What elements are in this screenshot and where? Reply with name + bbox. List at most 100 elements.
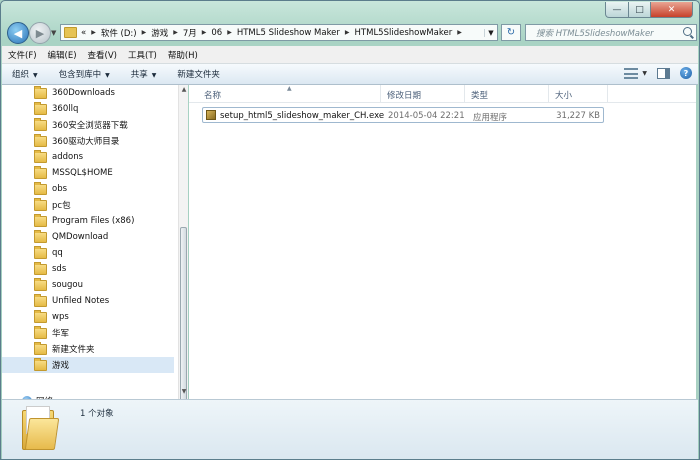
folder-icon xyxy=(64,27,77,38)
tree-item[interactable]: MSSQL$HOME xyxy=(2,165,174,181)
tree-item[interactable]: Program Files (x86) xyxy=(2,213,174,229)
column-divider[interactable] xyxy=(548,85,549,102)
address-history-dropdown[interactable]: ▼ xyxy=(484,28,497,37)
menu-tools[interactable]: 工具(T) xyxy=(128,49,157,61)
help-icon[interactable]: ? xyxy=(680,67,692,79)
search-icon[interactable] xyxy=(683,27,692,36)
close-button[interactable]: ✕ xyxy=(651,2,693,18)
tree-item[interactable]: 360llq xyxy=(2,101,174,117)
refresh-button[interactable]: ↻ xyxy=(501,24,521,41)
tree-item[interactable]: 360驱动大师目录 xyxy=(2,133,174,149)
tree-item[interactable]: pc包 xyxy=(2,197,174,213)
scroll-down-button[interactable]: ▼ xyxy=(180,388,188,398)
minimize-button[interactable]: — xyxy=(605,2,629,18)
column-date[interactable]: 修改日期 xyxy=(387,89,421,101)
navigation-scrollbar[interactable]: ▲ ▼ xyxy=(178,85,188,457)
breadcrumb-item[interactable]: HTML5 Slideshow Maker xyxy=(237,28,340,38)
tree-item-label: MSSQL$HOME xyxy=(52,168,113,178)
exe-icon xyxy=(206,110,216,120)
preview-pane-icon[interactable] xyxy=(657,67,670,79)
recent-pages-dropdown[interactable]: ▼ xyxy=(51,29,56,37)
sort-indicator-icon: ▲ xyxy=(287,85,292,92)
search-placeholder: 搜索 HTML5SlideshowMaker xyxy=(536,28,654,39)
tree-item[interactable]: obs xyxy=(2,181,174,197)
column-size[interactable]: 大小 xyxy=(555,89,572,101)
tree-item[interactable]: qq xyxy=(2,245,174,261)
tree-item-label: QMDownload xyxy=(52,232,109,242)
column-divider[interactable] xyxy=(464,85,465,102)
tree-item[interactable]: wps xyxy=(2,309,174,325)
tree-item-label: 华军 xyxy=(52,329,70,339)
tree-item[interactable]: Unfiled Notes xyxy=(2,293,174,309)
tree-item[interactable]: 360安全浏览器下载 xyxy=(2,117,174,133)
command-bar: 组织 ▼ 包含到库中 ▼ 共享 ▼ 新建文件夹 ▼ ? xyxy=(2,64,698,85)
status-text: 1 个对象 xyxy=(80,409,114,419)
breadcrumb-item[interactable]: HTML5SlideshowMaker xyxy=(355,28,453,38)
chevron-right-icon[interactable]: ▶ xyxy=(457,29,462,36)
folder-icon xyxy=(22,406,60,450)
file-size: 31,227 KB xyxy=(556,111,600,121)
chevron-right-icon: ▶ xyxy=(91,29,96,36)
file-type: 应用程序 xyxy=(473,113,508,123)
share-button[interactable]: 共享 ▼ xyxy=(131,68,157,80)
tree-item-label: 360驱动大师目录 xyxy=(52,137,120,147)
menu-edit[interactable]: 编辑(E) xyxy=(48,49,77,61)
tree-item-label: sds xyxy=(52,264,67,274)
breadcrumb-item[interactable]: 7月 xyxy=(183,27,197,39)
tree-item[interactable]: 360Downloads xyxy=(2,85,174,101)
address-bar[interactable]: « ▶ 软件 (D:) ▶ 游戏 ▶ 7月 ▶ 06 ▶ HTML5 Slide… xyxy=(60,24,498,41)
forward-button[interactable]: ▶ xyxy=(29,22,51,44)
chevron-right-icon[interactable]: ▶ xyxy=(142,29,147,36)
breadcrumb-item[interactable]: 游戏 xyxy=(151,27,168,39)
chevron-right-icon[interactable]: ▶ xyxy=(345,29,350,36)
folder-icon xyxy=(34,341,47,355)
scroll-up-button[interactable]: ▲ xyxy=(180,86,188,96)
share-label: 共享 xyxy=(130,70,148,80)
column-header: ▲ 名称 修改日期 类型 大小 xyxy=(189,85,696,103)
include-in-library-button[interactable]: 包含到库中 ▼ xyxy=(59,68,110,80)
folder-icon xyxy=(34,261,47,275)
tree-item[interactable]: sougou xyxy=(2,277,174,293)
tree-item[interactable]: 新建文件夹 xyxy=(2,341,174,357)
chevron-right-icon[interactable]: ▶ xyxy=(227,29,232,36)
column-name[interactable]: 名称 xyxy=(204,89,221,101)
menu-help[interactable]: 帮助(H) xyxy=(168,49,198,61)
chevron-down-icon: ▼ xyxy=(33,72,38,79)
navigation-row: ◀ ▶ ▼ « ▶ 软件 (D:) ▶ 游戏 ▶ 7月 ▶ 06 ▶ HTML5… xyxy=(5,21,697,45)
maximize-button[interactable]: □ xyxy=(629,2,651,18)
breadcrumb-overflow[interactable]: « xyxy=(81,28,86,38)
include-in-library-label: 包含到库中 xyxy=(58,70,102,80)
chevron-right-icon[interactable]: ▶ xyxy=(173,29,178,36)
folder-icon xyxy=(34,229,47,243)
view-options-icon[interactable] xyxy=(624,67,639,79)
folder-icon xyxy=(34,357,47,371)
organize-button[interactable]: 组织 ▼ xyxy=(12,68,38,80)
search-input[interactable]: 搜索 HTML5SlideshowMaker xyxy=(525,24,697,41)
chevron-right-icon[interactable]: ▶ xyxy=(202,29,207,36)
folder-icon xyxy=(34,117,47,131)
tree-item-label: sougou xyxy=(52,280,83,290)
column-type[interactable]: 类型 xyxy=(471,89,488,101)
folder-icon xyxy=(34,293,47,307)
back-button[interactable]: ◀ xyxy=(7,22,29,44)
view-controls: ▼ ? xyxy=(624,67,692,79)
column-divider[interactable] xyxy=(380,85,381,102)
menu-view[interactable]: 查看(V) xyxy=(88,49,117,61)
file-row[interactable]: setup_html5_slideshow_maker_CH.exe 2014-… xyxy=(202,107,604,123)
breadcrumb-item[interactable]: 06 xyxy=(211,28,222,38)
refresh-icon: ↻ xyxy=(506,27,516,38)
tree-item-label: Program Files (x86) xyxy=(52,216,135,226)
tree-item-selected[interactable]: 游戏 xyxy=(2,357,174,373)
menu-file[interactable]: 文件(F) xyxy=(8,49,37,61)
navigation-pane: 360Downloads 360llq 360安全浏览器下载 360驱动大师目录… xyxy=(2,85,178,399)
tree-item[interactable]: 华军 xyxy=(2,325,174,341)
breadcrumb-item[interactable]: 软件 (D:) xyxy=(101,27,137,39)
tree-item[interactable]: addons xyxy=(2,149,174,165)
tree-item[interactable]: QMDownload xyxy=(2,229,174,245)
new-folder-button[interactable]: 新建文件夹 xyxy=(177,68,220,80)
folder-icon xyxy=(34,245,47,259)
tree-item-label: 新建文件夹 xyxy=(52,345,95,355)
column-divider[interactable] xyxy=(607,85,608,102)
view-options-dropdown[interactable]: ▼ xyxy=(642,70,647,77)
tree-item[interactable]: sds xyxy=(2,261,174,277)
